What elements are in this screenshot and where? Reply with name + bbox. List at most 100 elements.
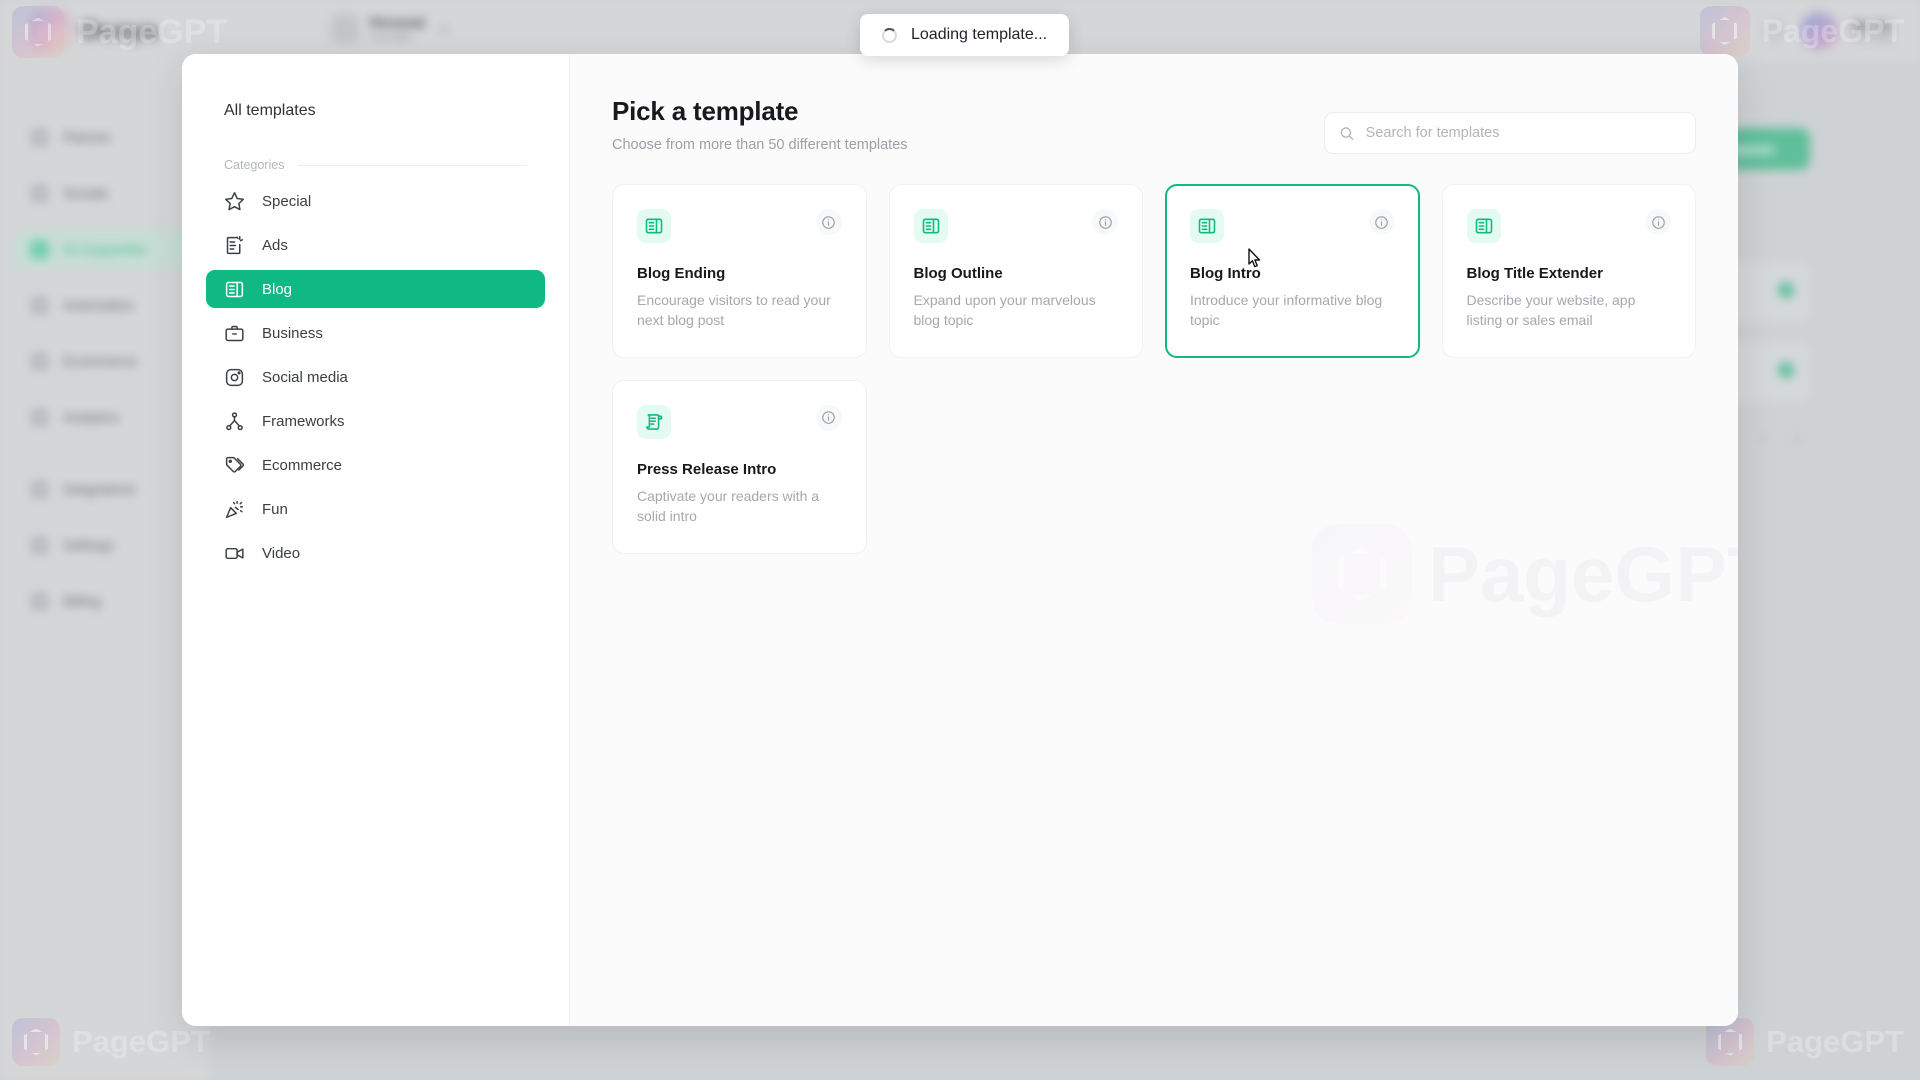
sidebar-item-socials[interactable]: Socials: [14, 174, 196, 212]
template-description: Captivate your readers with a solid intr…: [637, 487, 820, 524]
ad-icon: [226, 235, 244, 254]
search-input[interactable]: [1365, 125, 1681, 141]
sidebar-item-label: Automation: [63, 297, 134, 313]
info-icon[interactable]: [1368, 209, 1395, 235]
sidebar-item-video[interactable]: Video: [206, 534, 545, 572]
logo-hexagon-icon: [30, 11, 70, 51]
sidebar-item-settings[interactable]: Settings: [14, 526, 196, 564]
template-title: Blog Title Extender: [1466, 265, 1603, 282]
next-page-icon[interactable]: ›: [1796, 430, 1800, 445]
template-card-blog-title-extender[interactable]: Blog Title Extender Describe your websit…: [1441, 184, 1696, 358]
socials-icon: [30, 183, 49, 203]
sidebar-item-automation[interactable]: Automation: [14, 286, 196, 324]
sidebar-item-ads[interactable]: Ads: [206, 226, 545, 264]
instagram-icon: [225, 368, 244, 386]
sidebar-item-label: Blog: [262, 280, 293, 298]
sidebar-item-label: Fun: [262, 500, 288, 518]
categories-label: Categories: [224, 158, 285, 172]
info-icon[interactable]: [815, 209, 842, 235]
divider: [298, 164, 527, 166]
template-description: Introduce your informative blog topic: [1190, 292, 1383, 328]
template-description: Encourage visitors to read your next blo…: [637, 292, 831, 328]
sidebar-item-billing[interactable]: Billing: [14, 582, 196, 620]
search-box[interactable]: [1324, 112, 1696, 154]
card-icon-wrap: [1466, 209, 1501, 243]
loading-toast: Loading template...: [860, 14, 1070, 56]
automation-icon: [30, 295, 49, 315]
info-circle-icon: [1375, 215, 1388, 229]
search-icon: [1340, 126, 1354, 140]
sidebar-item-ecommerce[interactable]: Ecommerce: [206, 446, 545, 484]
ecommerce-icon: [30, 351, 49, 371]
workspace-name: Personal: [370, 15, 425, 30]
status-dot-icon: [1778, 282, 1794, 298]
sidebar-item-label: Ecommerce: [262, 456, 343, 474]
sidebar-item-label: Video: [262, 544, 301, 562]
sidebar-item-label: Special: [262, 192, 312, 210]
category-list: Special Ads Blog Business Social media F: [206, 182, 545, 572]
blog-icon: [225, 281, 244, 297]
blog-icon: [1475, 218, 1492, 234]
avatar[interactable]: [1799, 12, 1838, 50]
info-circle-icon: [1651, 215, 1665, 229]
modal-header: Pick a template Choose from more than 50…: [612, 96, 1696, 154]
sidebar-item-frameworks[interactable]: Frameworks: [206, 402, 545, 440]
brand-name: Ocoya: [80, 16, 158, 45]
sidebar-item-planner[interactable]: Planner: [14, 118, 196, 156]
card-icon-wrap: [913, 209, 948, 243]
info-icon[interactable]: [1092, 209, 1118, 235]
spinner-icon: [882, 27, 897, 43]
chevron-down-icon: ▾: [440, 23, 447, 36]
info-circle-icon: [1098, 215, 1112, 229]
video-icon: [225, 547, 244, 559]
card-icon-wrap: [1190, 209, 1224, 243]
sidebar-item-integrations[interactable]: Integrations: [14, 470, 196, 508]
sidebar-item-social-media[interactable]: Social media: [206, 358, 545, 396]
sidebar-item-fun[interactable]: Fun: [206, 490, 545, 528]
sidebar-item-label: Ads: [262, 236, 288, 254]
template-description: Describe your website, app listing or sa…: [1466, 292, 1636, 328]
sidebar-item-label: Billing: [63, 593, 101, 609]
template-card-press-release-intro[interactable]: Press Release Intro Captivate your reade…: [612, 379, 867, 554]
user-subtitle: Free plan: [1851, 32, 1894, 44]
analytics-icon: [30, 407, 49, 427]
prev-page-icon[interactable]: ‹: [1761, 430, 1765, 445]
sidebar-item-ecommerce[interactable]: Ecommerce: [14, 342, 196, 380]
app-logo: Ocoya: [30, 11, 157, 51]
blog-icon: [645, 218, 663, 234]
sidebar-item-label: Socials: [63, 185, 109, 201]
workspace-switcher[interactable]: Personal Free plan ▾: [330, 14, 446, 44]
sidebar-item-ai-copywriter[interactable]: AI Copywriter: [14, 230, 196, 268]
app-sidebar: Planner Socials AI Copywriter Automation…: [0, 62, 210, 1080]
workspace-subtitle: Free plan: [370, 32, 413, 43]
card-icon-wrap: [637, 404, 671, 439]
sidebar-item-label: Analytics: [63, 409, 120, 425]
pick-template-modal: All templates Categories Special Ads Blo…: [182, 54, 1738, 1026]
all-templates-item[interactable]: All templates: [206, 94, 545, 128]
sidebar-item-blog[interactable]: Blog: [206, 270, 545, 308]
sidebar-item-special[interactable]: Special: [206, 182, 545, 220]
template-description: Expand upon your marvelous blog topic: [913, 292, 1096, 328]
template-card-blog-outline[interactable]: Blog Outline Expand upon your marvelous …: [888, 184, 1143, 358]
template-card-blog-ending[interactable]: Blog Ending Encourage visitors to read y…: [612, 184, 867, 358]
info-icon[interactable]: [815, 404, 842, 431]
topbar-right: Ale Cio Free plan: [1761, 12, 1894, 50]
template-card-blog-intro[interactable]: Blog Intro Introduce your informative bl…: [1165, 184, 1420, 358]
info-circle-icon: [822, 215, 835, 229]
bell-icon[interactable]: [1761, 19, 1786, 43]
toast-message: Loading template...: [911, 26, 1048, 43]
tags-icon: [225, 456, 245, 473]
frameworks-icon: [226, 411, 243, 430]
sidebar-item-business[interactable]: Business: [206, 314, 545, 352]
sidebar-item-label: Business: [262, 324, 323, 342]
gear-icon: [30, 535, 49, 555]
sidebar-item-label: AI Copywriter: [63, 241, 148, 257]
workspace-avatar: [330, 14, 360, 44]
sidebar-item-analytics[interactable]: Analytics: [14, 398, 196, 436]
modal-main: PageGPT Pick a template Choose from more…: [570, 54, 1738, 1026]
info-icon[interactable]: [1645, 209, 1671, 235]
template-title: Blog Outline: [913, 265, 1003, 282]
categories-header: Categories: [224, 158, 545, 172]
sidebar-item-label: Settings: [63, 537, 114, 553]
page-title: Pick a template: [612, 96, 799, 126]
